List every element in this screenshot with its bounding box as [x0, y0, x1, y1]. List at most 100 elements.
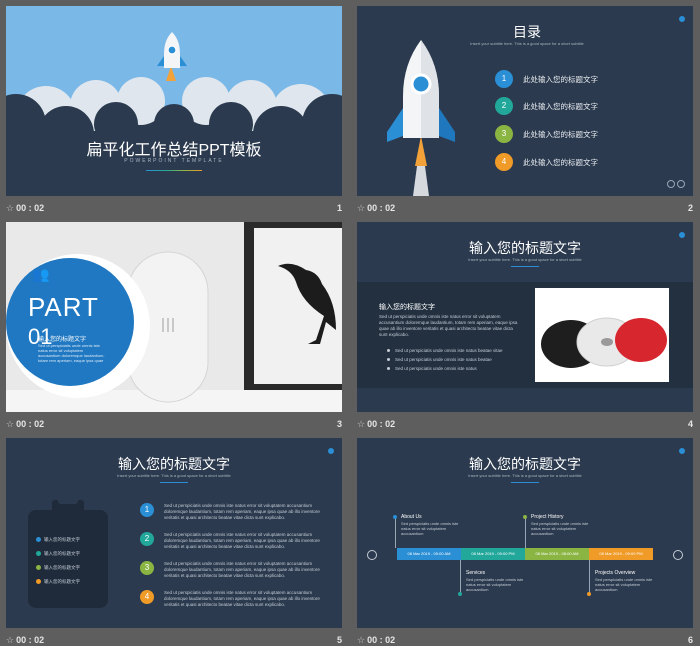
event-connector	[525, 518, 526, 548]
slide-title: 输入您的标题文字	[469, 456, 581, 472]
slide-thumbnail-3[interactable]: 👥 PART 01 输入您的标题文字 Sed ut perspiciatis u…	[6, 222, 342, 412]
event-desc: Sed perspiciatis unde omnis iste natus e…	[401, 521, 459, 536]
slide-thumbnail-4[interactable]: 输入您的标题文字 Insert your subtitle here. This…	[357, 222, 693, 412]
transition-icon: ☆	[6, 635, 15, 645]
slide-thumbnail-5[interactable]: 输入您的标题文字 Insert your subtitle here. This…	[6, 438, 342, 628]
toc-label: 此处输入您的标题文字	[523, 75, 598, 84]
slide-subtitle: Insert your subtitle here. This is a goo…	[117, 473, 231, 478]
content-paragraph: Sed ut perspiciatis unde omnis iste natu…	[379, 314, 518, 337]
transition-icon: ☆	[357, 635, 366, 645]
timeline-bar: 08 Mar 2019 - 09:00 AM 08 Mar 2019 - 09:…	[397, 548, 653, 560]
product-photo	[535, 288, 669, 382]
timeline-segment: 08 Mar 2019 - 09:00 PM	[461, 548, 525, 560]
event-title: About Us	[401, 514, 422, 520]
slide-thumbnail-1[interactable]: 扁平化工作总结PPT模板 POWERPOINT TEMPLATE	[6, 6, 342, 196]
color-underline	[146, 170, 202, 171]
event-dot-icon	[458, 592, 462, 596]
transition-icon: ☆	[357, 203, 366, 213]
slide-title: 输入您的标题文字	[118, 456, 230, 472]
check-icon	[36, 537, 41, 542]
slide-number: 6	[687, 635, 693, 645]
check-icon	[36, 565, 41, 570]
slide-thumbnail-2[interactable]: 目录 Insert your subtitle here. This is a …	[357, 6, 693, 196]
timeline-segment: 08 Mar 2019 - 09:00 AM	[397, 548, 461, 560]
slide-number: 1	[336, 203, 342, 213]
check-icon	[36, 551, 41, 556]
event-title: Projects Overview	[595, 570, 636, 576]
bullet-dot-icon	[387, 358, 390, 361]
slide-timing: 00 : 02	[16, 635, 45, 645]
event-desc: Sed perspiciatis unde omnis iste natus e…	[466, 577, 524, 592]
part-heading: 输入您的标题文字	[38, 337, 87, 343]
row-text: Sed ut perspiciatis unde omnis iste natu…	[164, 532, 320, 549]
event-title: Project History	[531, 514, 564, 520]
check-item: 输入您的标题文字	[36, 579, 80, 593]
transition-icon: ☆	[6, 419, 15, 429]
toc-label: 此处输入您的标题文字	[523, 158, 598, 167]
part-label: PART	[28, 292, 99, 322]
slide-meta-4: ☆ 00 : 02 4	[357, 415, 693, 435]
slide-meta-1: ☆ 00 : 02 1	[6, 199, 342, 219]
slide-meta-2: ☆ 00 : 02 2	[357, 199, 693, 219]
slide-meta-3: ☆ 00 : 02 3	[6, 415, 342, 435]
slide-timing: 00 : 02	[16, 419, 45, 429]
page-badge	[679, 448, 685, 454]
timeline-segment: 08 Mar 2019 - 09:00 PM	[589, 548, 653, 560]
slide-subtitle: Insert your subtitle here. This is a goo…	[468, 257, 582, 262]
row-text: Sed ut perspiciatis unde omnis iste natu…	[164, 503, 320, 520]
row-number-badge: 4	[140, 590, 154, 604]
page-badge	[679, 232, 685, 238]
transition-icon: ☆	[6, 203, 15, 213]
timeline-prev-arrow-icon[interactable]	[367, 550, 377, 560]
slide-title: 输入您的标题文字	[469, 240, 581, 256]
slide-meta-6: ☆ 00 : 02 6	[357, 631, 693, 645]
event-desc: Sed perspiciatis unde omnis iste natus e…	[595, 577, 653, 592]
page-badge	[679, 16, 685, 22]
row-text: Sed ut perspiciatis unde omnis iste natu…	[164, 590, 320, 607]
toc-number-badge: 2	[495, 97, 513, 115]
toc-number-badge: 3	[495, 125, 513, 143]
toc-number-badge: 1	[495, 70, 513, 88]
toc-label: 此处输入您的标题文字	[523, 130, 598, 139]
slide-thumbnail-6[interactable]: 输入您的标题文字 Insert your subtitle here. This…	[357, 438, 693, 628]
slide-number: 4	[687, 419, 693, 429]
next-arrow-icon[interactable]	[677, 180, 685, 188]
timeline-next-arrow-icon[interactable]	[673, 550, 683, 560]
title-underline	[160, 482, 188, 483]
title-underline	[511, 266, 539, 267]
slide-number: 2	[687, 203, 693, 213]
row-number-badge: 3	[140, 561, 154, 575]
timeline-segment: 08 Mar 2019 - 08:00 AM	[525, 548, 589, 560]
check-item: 输入您的标题文字	[36, 551, 80, 565]
slide-subtitle: Insert your subtitle here. This is a goo…	[468, 473, 582, 478]
prev-arrow-icon[interactable]	[667, 180, 675, 188]
page-badge	[328, 448, 334, 454]
event-dot-icon	[393, 515, 397, 519]
toc-label: 此处输入您的标题文字	[523, 102, 598, 111]
users-icon: 👥	[32, 266, 50, 282]
bullet-item: Sed ut perspiciatis unde omnis iste natu…	[387, 366, 503, 375]
event-title: Services	[466, 570, 486, 576]
bullet-dot-icon	[387, 367, 390, 370]
transition-icon: ☆	[357, 419, 366, 429]
slide-meta-5: ☆ 00 : 02 5	[6, 631, 342, 645]
toc-number-badge: 4	[495, 153, 513, 171]
event-dot-icon	[587, 592, 591, 596]
sky-clouds-illustration	[6, 6, 342, 196]
bullet-list: Sed ut perspiciatis unde omnis iste natu…	[387, 348, 503, 375]
bullet-dot-icon	[387, 349, 390, 352]
slide-timing: 00 : 02	[367, 203, 396, 213]
slide-timing: 00 : 02	[16, 203, 45, 213]
row-number-badge: 1	[140, 503, 154, 517]
event-connector	[395, 518, 396, 548]
title-underline	[511, 482, 539, 483]
rocket-icon	[387, 40, 455, 196]
bullet-item: Sed ut perspiciatis unde omnis iste natu…	[387, 357, 503, 366]
content-heading: 输入您的标题文字	[379, 304, 435, 311]
event-connector	[589, 560, 590, 594]
slide-subtitle: POWERPOINT TEMPLATE	[124, 158, 224, 164]
check-item: 输入您的标题文字	[36, 565, 80, 579]
row-text: Sed ut perspiciatis unde omnis iste natu…	[164, 561, 320, 578]
check-item: 输入您的标题文字	[36, 537, 80, 551]
checklist: 输入您的标题文字 输入您的标题文字 输入您的标题文字 输入您的标题文字	[36, 537, 80, 593]
